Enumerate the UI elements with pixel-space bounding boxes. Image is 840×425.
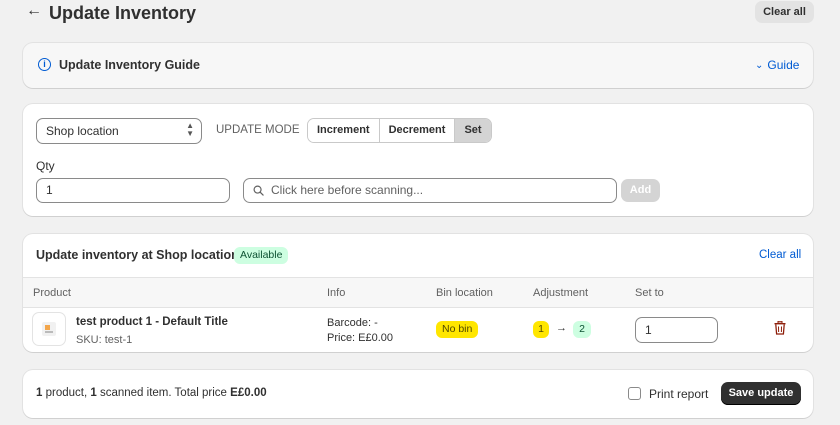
chevron-down-icon: ⌄ bbox=[755, 60, 764, 71]
page-header: ← Update Inventory Clear all bbox=[0, 0, 840, 26]
summary-text: 1 product, 1 scanned item. Total price E… bbox=[36, 387, 267, 399]
guide-link-label: Guide bbox=[767, 58, 800, 72]
scan-search-placeholder: Click here before scanning... bbox=[271, 183, 424, 197]
product-thumbnail bbox=[32, 312, 66, 346]
inventory-card: Update inventory at Shop location Availa… bbox=[23, 234, 813, 352]
status-badge: Available bbox=[234, 247, 289, 264]
guide-title: Update Inventory Guide bbox=[59, 58, 200, 72]
inventory-clear-all-link[interactable]: Clear all bbox=[759, 249, 801, 261]
save-update-button[interactable]: Save update bbox=[721, 382, 801, 405]
scanned-text: scanned item. Total price bbox=[96, 387, 231, 399]
location-select-value: Shop location bbox=[46, 124, 119, 138]
adjustment-from-badge: 1 bbox=[533, 321, 549, 338]
arrow-right-icon: → bbox=[556, 322, 567, 334]
image-placeholder-icon bbox=[42, 322, 56, 336]
controls-card: Shop location ▲ ▼ UPDATE MODE Increment D… bbox=[23, 104, 813, 216]
print-report-checkbox[interactable] bbox=[628, 387, 641, 400]
inventory-title: Update inventory at Shop location bbox=[36, 248, 239, 262]
update-mode-segmented-control: Increment Decrement Set bbox=[307, 118, 492, 143]
back-arrow-icon[interactable]: ← bbox=[26, 3, 42, 19]
column-header-adjustment: Adjustment bbox=[533, 287, 589, 299]
mode-decrement-button[interactable]: Decrement bbox=[379, 119, 456, 142]
guide-toggle-link[interactable]: ⌄ Guide bbox=[755, 58, 799, 72]
column-header-set-to: Set to bbox=[635, 287, 664, 299]
add-button[interactable]: Add bbox=[621, 179, 660, 202]
footer-card: 1 product, 1 scanned item. Total price E… bbox=[23, 370, 813, 418]
total-price: E£0.00 bbox=[230, 387, 267, 399]
product-name: test product 1 - Default Title bbox=[76, 316, 228, 328]
guide-card[interactable]: i Update Inventory Guide ⌄ Guide bbox=[23, 43, 813, 88]
scan-search-input[interactable]: Click here before scanning... bbox=[243, 178, 617, 203]
product-sku: SKU: test-1 bbox=[76, 334, 133, 346]
search-icon bbox=[253, 185, 264, 196]
trash-icon[interactable] bbox=[774, 321, 786, 335]
update-mode-label: UPDATE MODE bbox=[216, 124, 300, 136]
qty-input[interactable]: 1 bbox=[36, 178, 230, 203]
product-barcode: Barcode: - bbox=[327, 317, 378, 329]
column-header-product: Product bbox=[33, 287, 71, 299]
mode-increment-button[interactable]: Increment bbox=[308, 119, 380, 142]
set-to-input[interactable]: 1 bbox=[635, 317, 718, 343]
adjustment-to-badge: 2 bbox=[573, 321, 591, 338]
column-header-bin-location: Bin location bbox=[436, 287, 493, 299]
print-report-label[interactable]: Print report bbox=[649, 387, 708, 401]
qty-label: Qty bbox=[36, 159, 55, 173]
table-row: test product 1 - Default Title SKU: test… bbox=[23, 308, 813, 352]
select-arrows-icon: ▲ ▼ bbox=[186, 121, 194, 138]
product-price: Price: E£0.00 bbox=[327, 332, 394, 344]
column-header-info: Info bbox=[327, 287, 346, 299]
clear-all-button[interactable]: Clear all bbox=[755, 1, 814, 23]
mode-set-button[interactable]: Set bbox=[455, 119, 491, 142]
page-title: Update Inventory bbox=[49, 3, 197, 23]
product-word: product, bbox=[42, 387, 91, 399]
info-icon: i bbox=[38, 58, 51, 71]
location-select[interactable]: Shop location ▲ ▼ bbox=[36, 118, 202, 144]
table-header: Product Info Bin location Adjustment Set… bbox=[23, 277, 813, 308]
bin-location-badge: No bin bbox=[436, 321, 479, 338]
